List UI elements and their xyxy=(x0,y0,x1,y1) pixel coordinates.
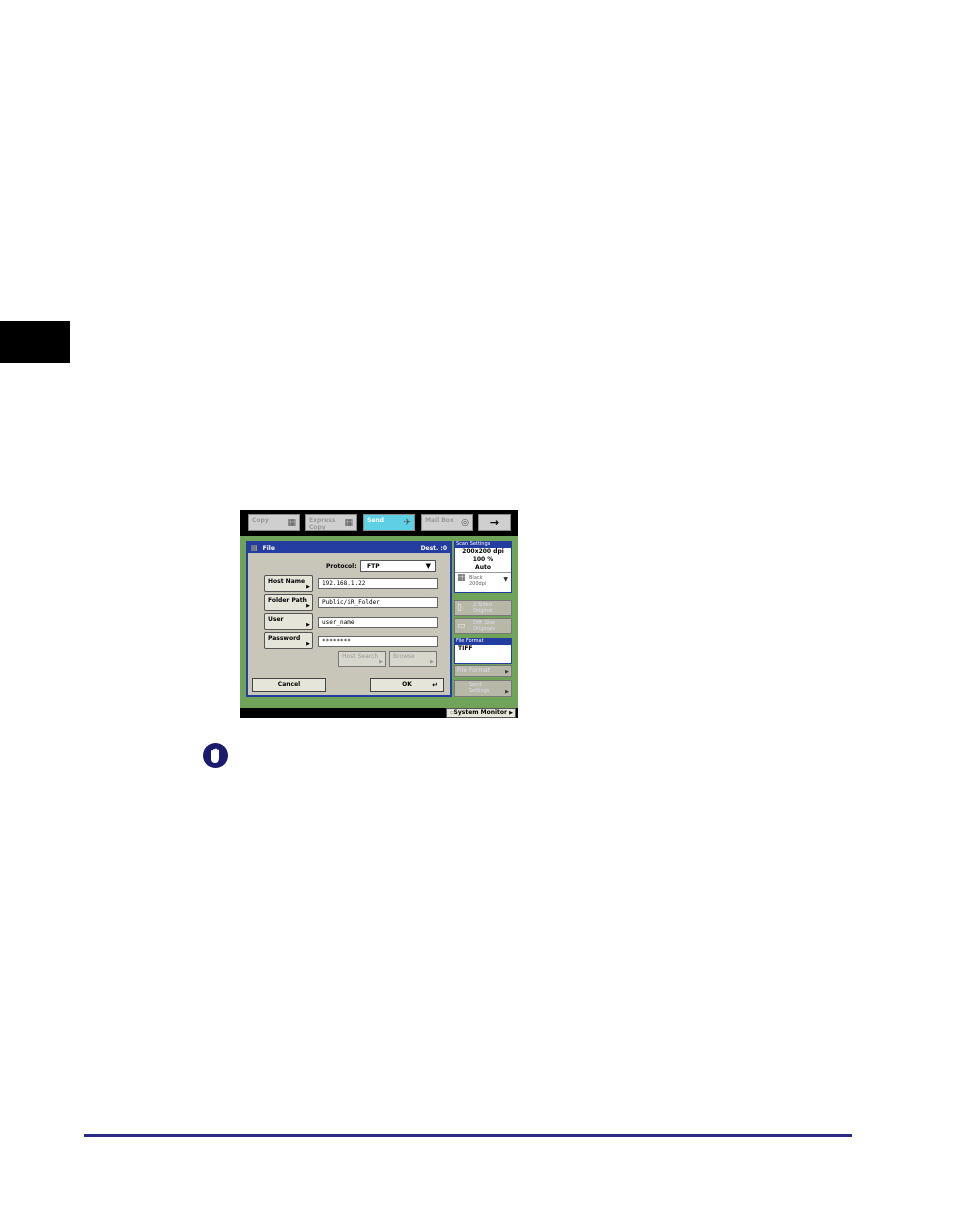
copy-icon: ▦ xyxy=(287,518,296,528)
password-button[interactable]: Password ▶ xyxy=(264,632,313,649)
chevron-down-icon: ▼ xyxy=(425,562,431,570)
protocol-value: FTP xyxy=(367,563,380,570)
two-sided-original-button[interactable]: ▯ 2-Sided Original xyxy=(454,600,512,616)
button-label: Browse xyxy=(393,653,415,660)
host-search-button[interactable]: Host Search ▶ xyxy=(338,651,386,667)
footer-rule xyxy=(84,1134,852,1137)
tab-mail-box[interactable]: Mail Box ◎ xyxy=(421,514,473,531)
arrow-right-icon: ▶ xyxy=(430,659,434,665)
protocol-select[interactable]: FTP ▼ xyxy=(360,560,436,572)
tab-express-copy[interactable]: Express Copy ▦ xyxy=(305,514,357,531)
folder-path-field[interactable]: Public/iR_Folder xyxy=(318,597,438,608)
scan-settings-values: 200x200 dpi 100 % Auto ▦ Black 200dpi ▼ xyxy=(454,547,512,593)
tab-label: Express Copy xyxy=(309,517,336,531)
arrow-right-icon: ▶ xyxy=(505,689,509,695)
tab-label: Mail Box xyxy=(425,517,454,524)
send-settings-button[interactable]: Send Settings ▶ xyxy=(454,680,512,697)
scan-settings-box[interactable]: Scan Settings 200x200 dpi 100 % Auto ▦ B… xyxy=(454,541,512,593)
device-screen: Copy ▦ Express Copy ▦ Send ✈ Mail Box ◎ → ▤ … xyxy=(240,510,518,718)
button-label: Password xyxy=(268,635,301,642)
chevron-down-icon: ▼ xyxy=(503,576,508,583)
tab-label: Copy xyxy=(252,517,269,524)
different-size-originals-button[interactable]: ▭ Diff. Size Originals xyxy=(454,618,512,634)
resolution-value: 200x200 dpi xyxy=(462,548,504,555)
tab-send[interactable]: Send ✈ xyxy=(363,514,415,531)
file-panel: ▤ File Dest. :0 Protocol: FTP ▼ Host Nam… xyxy=(246,541,452,697)
folder-icon: ▤ xyxy=(251,544,258,552)
panel-title-bar: ▤ File Dest. :0 xyxy=(248,543,450,553)
button-label: System Monitor xyxy=(453,709,507,716)
file-format-button[interactable]: File Format ▶ xyxy=(454,665,512,677)
arrow-right-icon: ▶ xyxy=(379,659,383,665)
panel-title: File xyxy=(262,544,275,552)
color-mode-select[interactable]: ▦ Black 200dpi ▼ xyxy=(455,572,511,592)
folder-path-button[interactable]: Folder Path ▶ xyxy=(264,594,313,611)
tab-label: Send xyxy=(367,517,384,524)
host-name-field[interactable]: 192.168.1.22 xyxy=(318,578,438,589)
arrow-right-icon: ▶ xyxy=(509,710,513,716)
mail-box-icon: ◎ xyxy=(461,518,469,528)
file-format-box: File Format TIFF xyxy=(454,638,512,664)
paper-plane-icon: ✈ xyxy=(403,518,411,528)
button-label: OK xyxy=(402,681,412,688)
ratio-value: 100 % xyxy=(472,556,494,563)
ok-button[interactable]: OK ↵ xyxy=(370,678,444,692)
two-sided-line2: Original xyxy=(473,608,493,614)
arrow-right-icon: ▶ xyxy=(306,603,310,609)
two-sided-icon: ▯ xyxy=(457,603,462,613)
host-name-button[interactable]: Host Name ▶ xyxy=(264,575,313,592)
user-field[interactable]: user_name xyxy=(318,617,438,628)
diff-size-line2: Originals xyxy=(473,626,496,632)
important-hand-icon xyxy=(203,743,228,768)
enter-icon: ↵ xyxy=(432,681,438,689)
arrow-right-icon: ▶ xyxy=(306,584,310,590)
hand-icon-graphic xyxy=(211,748,219,763)
size-value: Auto xyxy=(475,564,491,571)
arrow-right-icon: ▶ xyxy=(306,622,310,628)
next-tab-arrow-button[interactable]: → xyxy=(478,514,511,531)
button-label: Host Search xyxy=(342,653,379,660)
arrow-right-icon: ▶ xyxy=(505,669,509,675)
cancel-button[interactable]: Cancel xyxy=(252,678,326,692)
arrow-right-icon: ▶ xyxy=(306,641,310,647)
send-settings-line2: Settings xyxy=(469,688,490,694)
chapter-tab xyxy=(0,321,70,363)
copy-icon: ▦ xyxy=(344,518,353,528)
color-mode-icon: ▦ xyxy=(457,573,466,583)
file-format-value: TIFF xyxy=(454,644,512,664)
password-field[interactable]: ******** xyxy=(318,636,438,647)
button-label: Folder Path xyxy=(268,597,307,604)
button-label: File Format xyxy=(457,667,491,674)
tab-copy[interactable]: Copy ▦ xyxy=(248,514,300,531)
destination-count: Dest. :0 xyxy=(420,544,447,552)
status-bar: ▭ System Monitor ▶ xyxy=(240,708,518,718)
user-button[interactable]: User ▶ xyxy=(264,613,313,630)
button-label: User xyxy=(268,616,284,623)
protocol-label: Protocol: xyxy=(326,563,357,570)
browse-button[interactable]: Browse ▶ xyxy=(389,651,437,667)
monitor-icon: ▭ xyxy=(450,709,456,716)
button-label: Host Name xyxy=(268,578,306,585)
system-monitor-button[interactable]: ▭ System Monitor ▶ xyxy=(446,708,516,718)
different-size-icon: ▭ xyxy=(457,621,466,631)
